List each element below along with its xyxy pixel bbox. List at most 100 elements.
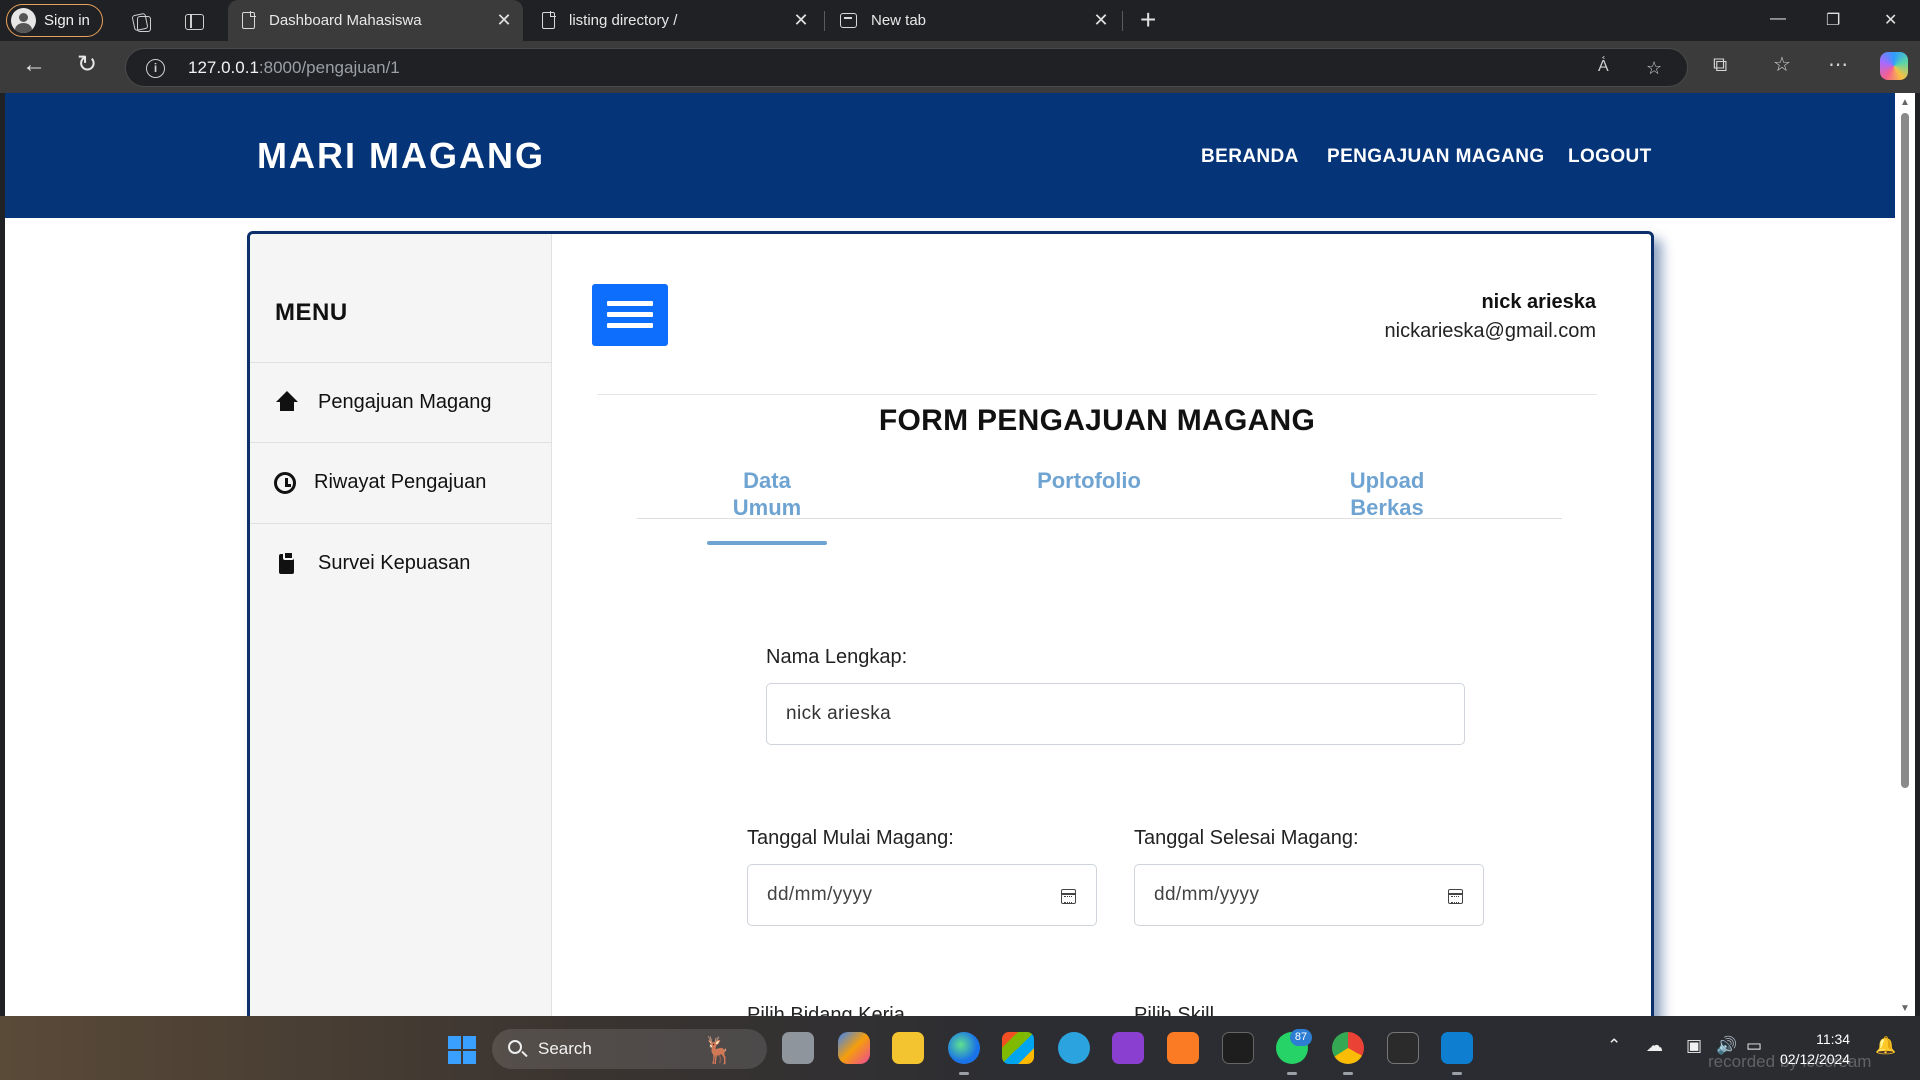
edge-browser-icon[interactable] (948, 1032, 980, 1075)
sidebar-item-pengajuan-magang[interactable]: Pengajuan Magang (250, 362, 552, 442)
tab-upload-berkas[interactable]: Upload Berkas (1342, 467, 1432, 521)
sign-in-button[interactable]: Sign in (6, 4, 103, 37)
nav-link-pengajuan-magang[interactable]: PENGAJUAN MAGANG (1327, 146, 1545, 168)
calendar-icon[interactable] (1061, 889, 1076, 904)
nav-link-beranda[interactable]: BERANDA (1201, 146, 1299, 168)
read-aloud-icon[interactable]: A᷾ (1598, 58, 1609, 76)
window-frame-right (1915, 93, 1920, 1016)
search-highlight-icon: 🦌 (702, 1035, 735, 1065)
copilot-icon[interactable] (1880, 52, 1908, 80)
header-divider (597, 394, 1597, 395)
sidebar: MENU Pengajuan Magang Riwayat Pengajuan … (250, 234, 552, 1016)
user-email: nickarieska@gmail.com (1384, 320, 1596, 342)
terminal-app-icon[interactable] (1222, 1032, 1254, 1064)
sidebar-item-riwayat-pengajuan[interactable]: Riwayat Pengajuan (250, 442, 552, 522)
close-tab-icon[interactable]: ✕ (495, 11, 513, 29)
tanggal-selesai-input[interactable]: dd/mm/yyyy (1134, 864, 1484, 926)
back-arrow-icon[interactable]: ← (22, 53, 46, 77)
network-icon[interactable]: ▣ (1686, 1036, 1702, 1056)
page-icon (542, 11, 556, 29)
tab-portofolio[interactable]: Portofolio (1029, 467, 1149, 494)
podcast-app-icon[interactable] (1112, 1032, 1144, 1064)
close-window-icon[interactable]: ✕ (1884, 10, 1897, 30)
sidebar-item-label: Survei Kepuasan (318, 552, 471, 574)
page-icon (242, 11, 256, 29)
calendar-icon[interactable] (1448, 889, 1463, 904)
date-placeholder: dd/mm/yyyy (1154, 884, 1260, 905)
nama-lengkap-input[interactable]: nick arieska (766, 683, 1465, 745)
windows-start-icon[interactable] (448, 1036, 476, 1064)
new-tab-page-icon (840, 13, 857, 28)
workspaces-icon[interactable] (129, 10, 151, 32)
tab-label-line: Portofolio (1037, 468, 1141, 493)
tab-label-line: Berkas (1350, 495, 1424, 520)
command-prompt-icon[interactable] (1387, 1032, 1419, 1064)
chrome-icon[interactable] (1332, 1032, 1364, 1075)
site-brand[interactable]: MARI MAGANG (257, 135, 545, 177)
new-tab-plus-icon[interactable]: + (1140, 6, 1156, 34)
vscode-icon[interactable] (1441, 1032, 1473, 1075)
sidebar-item-label: Riwayat Pengajuan (314, 471, 487, 493)
copilot-app-icon[interactable] (838, 1032, 870, 1064)
nav-link-logout[interactable]: LOGOUT (1568, 146, 1652, 168)
nama-lengkap-label: Nama Lengkap: (766, 646, 908, 668)
dashboard-card: MENU Pengajuan Magang Riwayat Pengajuan … (247, 231, 1654, 1016)
page-scrollbar[interactable]: ▲ ▼ (1895, 93, 1915, 1016)
tab-title: Dashboard Mahasiswa (269, 12, 422, 29)
whatsapp-unread-badge: 87 (1290, 1029, 1312, 1046)
profile-avatar-icon (11, 8, 36, 33)
tab-label-line: Upload (1349, 468, 1425, 493)
site-info-icon[interactable]: i (146, 59, 165, 78)
microsoft-store-icon[interactable] (1002, 1032, 1034, 1064)
extensions-icon[interactable]: ⧉ (1713, 53, 1727, 77)
address-bar[interactable]: i 127.0.0.1:8000/pengajuan/1 A᷾ ☆ (125, 48, 1688, 87)
minimize-icon[interactable]: — (1770, 10, 1786, 28)
reload-icon[interactable]: ↻ (77, 53, 97, 77)
task-view-icon[interactable] (782, 1032, 814, 1064)
taskbar-search[interactable]: Search 🦌 (492, 1029, 767, 1069)
xampp-icon[interactable] (1167, 1032, 1199, 1064)
more-options-icon[interactable]: ⋯ (1828, 53, 1848, 77)
url-text[interactable]: 127.0.0.1:8000/pengajuan/1 (188, 58, 400, 78)
scroll-down-icon[interactable]: ▼ (1900, 1003, 1910, 1014)
scrollbar-thumb[interactable] (1901, 113, 1909, 788)
windows-taskbar: Search 🦌 ⌃ ☁ ▣ 🔊 ▭ 11:34 02/12/2024 🔔 (0, 1016, 1920, 1080)
favorites-icon[interactable]: ☆ (1773, 53, 1791, 77)
form-title: FORM PENGAJUAN MAGANG (878, 404, 1316, 437)
tanggal-mulai-input[interactable]: dd/mm/yyyy (747, 864, 1097, 926)
sidebar-item-survei-kepuasan[interactable]: Survei Kepuasan (250, 523, 552, 603)
tab-title: listing directory / (569, 12, 678, 29)
tab-new-tab[interactable]: New tab ✕ (826, 0, 1120, 41)
close-tab-icon[interactable]: ✕ (792, 11, 810, 29)
onedrive-icon[interactable]: ☁ (1646, 1036, 1663, 1056)
bidang-kerja-label: Pilih Bidang Kerja (747, 1004, 905, 1016)
main-content: nick arieska nickarieska@gmail.com FORM … (552, 234, 1651, 1016)
vertical-tabs-icon[interactable] (183, 10, 205, 32)
file-explorer-icon[interactable] (892, 1032, 924, 1064)
tab-label-line: Data (743, 468, 791, 493)
home-icon (274, 390, 300, 416)
taskbar-search-label: Search (538, 1039, 592, 1058)
browser-tab-bar: Sign in Dashboard Mahasiswa ✕ listing di… (0, 0, 1920, 41)
sidebar-toggle-button[interactable] (592, 284, 668, 346)
browser-toolbar: ← ↻ i 127.0.0.1:8000/pengajuan/1 A᷾ ☆ ⧉ … (0, 41, 1920, 93)
tab-data-umum[interactable]: Data Umum (707, 467, 827, 545)
search-icon (508, 1040, 522, 1054)
clipboard-icon (274, 550, 300, 577)
tanggal-selesai-label: Tanggal Selesai Magang: (1134, 827, 1359, 849)
restore-icon[interactable]: ❐ (1826, 10, 1840, 30)
clock-time: 11:34 (1816, 1031, 1851, 1047)
tray-chevron-icon[interactable]: ⌃ (1607, 1036, 1621, 1056)
scroll-up-icon[interactable]: ▲ (1900, 97, 1910, 108)
favorite-star-icon[interactable]: ☆ (1646, 58, 1662, 79)
url-host: 127.0.0.1 (188, 58, 259, 77)
skill-label: Pilih Skill (1134, 1004, 1215, 1016)
tab-label-line: Umum (732, 495, 802, 520)
telegram-icon[interactable] (1058, 1032, 1090, 1064)
tab-listing-directory[interactable]: listing directory / ✕ (528, 0, 820, 41)
close-tab-icon[interactable]: ✕ (1092, 11, 1110, 29)
tab-title: New tab (871, 12, 927, 29)
tab-dashboard-mahasiswa[interactable]: Dashboard Mahasiswa ✕ (228, 0, 523, 41)
site-navbar: MARI MAGANG BERANDA PENGAJUAN MAGANG LOG… (5, 93, 1895, 218)
notification-bell-icon[interactable]: 🔔 (1875, 1036, 1896, 1056)
